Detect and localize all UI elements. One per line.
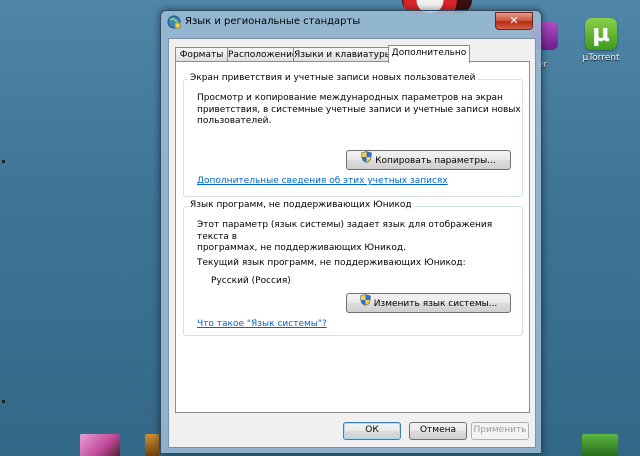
desktop-icon-utorrent[interactable]: µ µTorrent xyxy=(578,18,624,63)
apply-button[interactable]: Применить xyxy=(471,422,529,440)
desktop-mark xyxy=(2,400,5,403)
nonunicode-language-group: Язык программ, не поддерживающих Юникод … xyxy=(183,200,523,336)
taskbar-thumbnail[interactable] xyxy=(80,434,120,456)
taskbar-thumbnail[interactable] xyxy=(582,434,618,456)
welcome-description: Просмотр и копирование международных пар… xyxy=(197,93,521,128)
tab-formats[interactable]: Форматы xyxy=(175,47,228,62)
change-system-locale-button[interactable]: Изменить язык системы... xyxy=(346,293,511,313)
desktop-icon-label-utorrent: µTorrent xyxy=(582,53,620,63)
welcome-screen-group: Экран приветствия и учетные записи новых… xyxy=(183,73,523,197)
nonunicode-description: Этот параметр (язык системы) задает язык… xyxy=(197,220,522,255)
current-language-label: Текущий язык программ, не поддерживающих… xyxy=(197,258,466,268)
tab-advanced[interactable]: Дополнительно xyxy=(388,45,470,63)
region-globe-icon xyxy=(167,15,181,29)
title-bar[interactable]: Язык и региональные стандарты ✕ xyxy=(161,11,541,33)
uac-shield-icon xyxy=(361,151,372,170)
region-language-dialog: Язык и региональные стандарты ✕ Форматы … xyxy=(160,10,542,454)
tab-languages-keyboards[interactable]: Языки и клавиатуры xyxy=(293,47,392,62)
welcome-accounts-info-link[interactable]: Дополнительные сведения об этих учетных … xyxy=(197,176,448,186)
taskbar-thumbnail[interactable] xyxy=(145,434,159,456)
description-line: программах, не поддерживающих Юникод. xyxy=(197,243,406,253)
tab-location[interactable]: Расположение xyxy=(227,47,297,62)
cancel-button[interactable]: Отмена xyxy=(409,422,467,440)
description-line: пользователей. xyxy=(197,116,272,126)
utorrent-icon: µ xyxy=(585,18,617,50)
close-button[interactable]: ✕ xyxy=(495,12,533,30)
dialog-client-area: Форматы Расположение Языки и клавиатуры … xyxy=(168,38,536,448)
uac-shield-icon xyxy=(359,294,371,313)
group-title: Экран приветствия и учетные записи новых… xyxy=(188,73,478,83)
description-line: Просмотр и копирование международных пар… xyxy=(197,93,503,103)
description-line: приветствия, в системные учетные записи … xyxy=(197,104,521,115)
tab-panel-advanced: Экран приветствия и учетные записи новых… xyxy=(175,61,530,413)
group-title: Язык программ, не поддерживающих Юникод xyxy=(188,200,414,210)
description-line: Этот параметр (язык системы) задает язык… xyxy=(197,220,493,242)
close-icon: ✕ xyxy=(509,14,519,27)
current-language-value: Русский (Россия) xyxy=(211,276,291,286)
change-system-locale-label: Изменить язык системы... xyxy=(373,299,498,309)
copy-settings-button[interactable]: Копировать параметры... xyxy=(346,150,511,170)
ok-button[interactable]: ОК xyxy=(343,422,401,440)
desktop-mark xyxy=(2,160,5,163)
copy-settings-label: Копировать параметры... xyxy=(375,156,496,166)
what-is-system-locale-link[interactable]: Что такое "Язык системы"? xyxy=(197,319,327,329)
window-title: Язык и региональные стандарты xyxy=(185,16,361,27)
